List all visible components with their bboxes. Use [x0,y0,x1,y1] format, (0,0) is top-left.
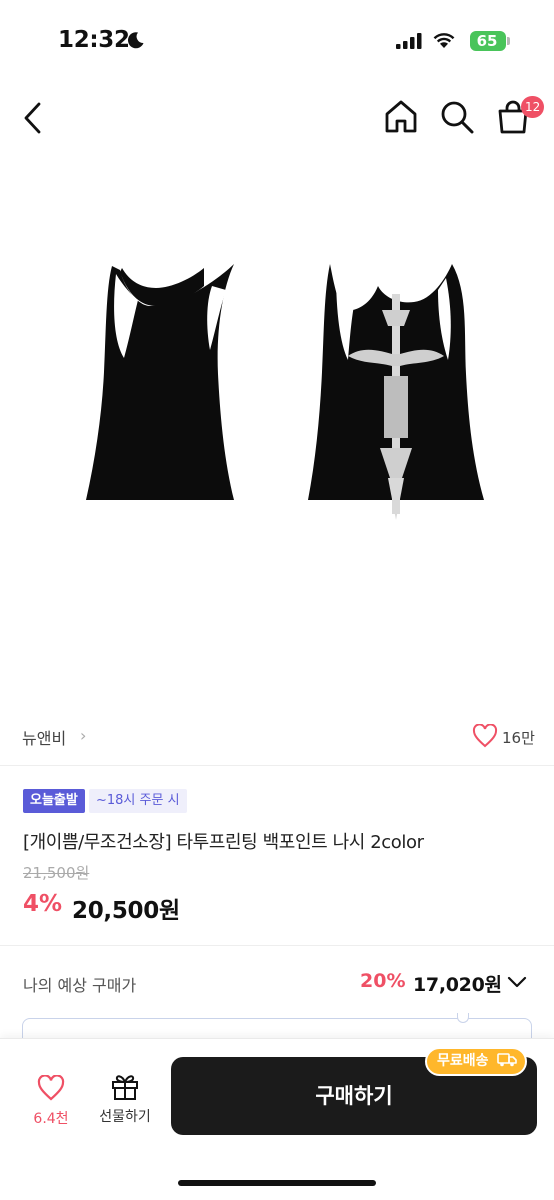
product-photo-tank-tops [86,264,484,551]
wish-button[interactable]: 6.4천 [22,1071,80,1131]
brand-row[interactable]: 뉴앤비 › [0,716,554,756]
product-image[interactable] [0,160,554,700]
product-title: [개이쁨/무조건소장] 타투프린팅 백포인트 나시 2color [23,832,424,853]
truck-icon [497,1053,518,1067]
nav-bar [0,92,554,144]
search-icon[interactable] [438,98,476,136]
battery-indicator: 65 [470,31,506,51]
gift-label: 선물하기 [99,1109,151,1125]
estimated-price[interactable]: 17,020원 [413,970,502,997]
original-price: 21,500원 [23,864,90,882]
free-shipping-label: 무료배송 [437,1053,489,1069]
gift-button[interactable]: 선물하기 [92,1069,158,1131]
front-tank-top [86,264,239,551]
divider [0,945,554,946]
status-time: 12:32 [58,27,130,53]
heart-outline-icon [37,1075,65,1101]
battery-level: 65 [476,32,498,50]
back-icon[interactable] [18,100,48,136]
chevron-right-icon: › [80,726,87,745]
discount-rate: 4% [23,891,63,917]
moon-icon [127,32,144,49]
heart-outline-icon[interactable] [472,724,498,748]
delivery-badge: 오늘출발 [23,789,85,813]
estimated-discount-rate: 20% [360,970,406,992]
brand-like-count: 16만 [502,729,535,747]
wifi-icon [433,33,455,48]
status-bar: 12:32 65 [0,0,554,80]
chevron-down-icon[interactable] [506,971,528,993]
gift-icon [112,1075,138,1100]
cart-count-badge: 12 [521,96,545,118]
home-indicator [178,1180,376,1186]
divider [0,765,554,766]
signal-icon [396,33,422,49]
sale-price: 20,500원 [72,898,180,924]
delivery-note: ~18시 주문 시 [89,789,187,813]
wish-count: 6.4천 [33,1111,69,1127]
front-logo-emblem [237,549,239,551]
estimated-price-label: 나의 예상 구매가 [23,976,137,995]
brand-name[interactable]: 뉴앤비 [22,725,66,749]
back-tank-top [308,264,484,520]
battery-tip [507,37,510,45]
free-shipping-tag: 무료배송 [425,1047,528,1076]
home-icon[interactable] [382,98,420,136]
